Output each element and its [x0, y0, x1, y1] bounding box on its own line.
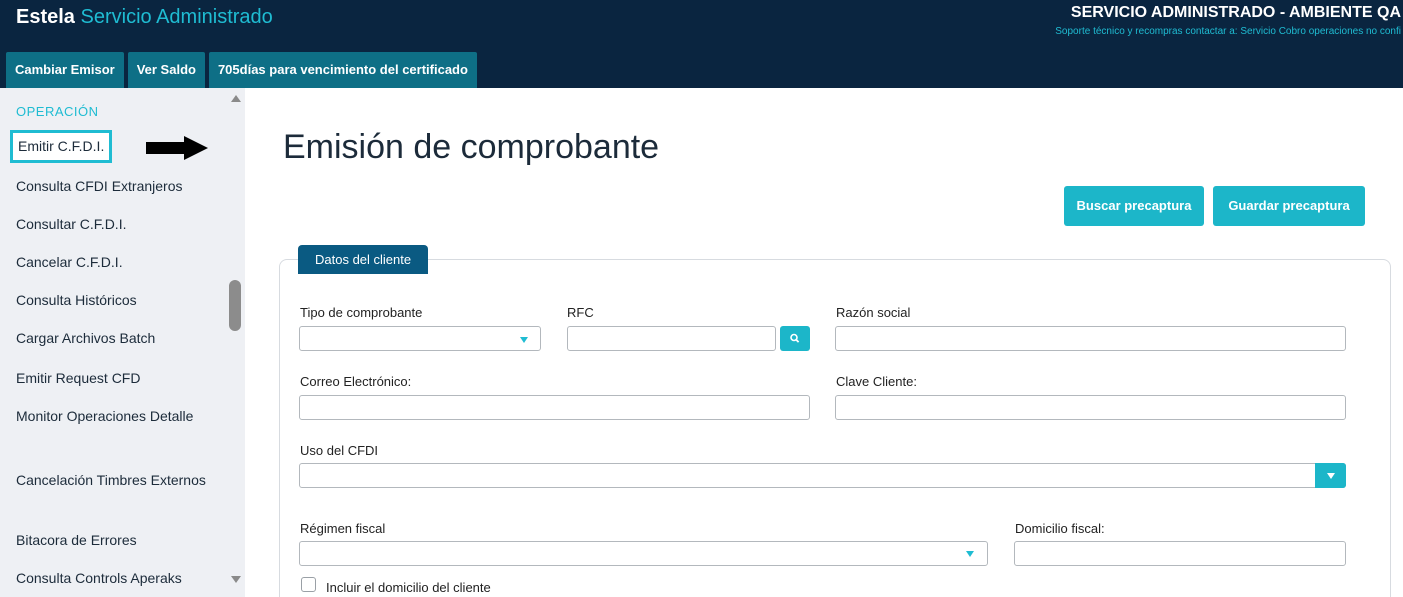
- sidebar-item-consulta-controls-aperaks[interactable]: Consulta Controls Aperaks: [16, 568, 221, 589]
- domicilio-fiscal-input[interactable]: [1014, 541, 1346, 566]
- domicilio-fiscal-label: Domicilio fiscal:: [1015, 521, 1105, 536]
- header-tabs: Cambiar Emisor Ver Saldo 705días para ve…: [6, 52, 477, 88]
- uso-cfdi-label: Uso del CFDI: [300, 443, 379, 458]
- sidebar-item-consulta-cfdi-extranjeros[interactable]: Consulta CFDI Extranjeros: [16, 176, 221, 197]
- chevron-down-icon: [520, 337, 528, 343]
- rfc-label: RFC: [567, 305, 594, 320]
- tab-cambiar-emisor[interactable]: Cambiar Emisor: [6, 52, 124, 88]
- sidebar-item-bitacora-errores[interactable]: Bitacora de Errores: [16, 530, 221, 551]
- tab-ver-saldo[interactable]: Ver Saldo: [127, 52, 205, 88]
- sidebar-item-emitir-request-cfd[interactable]: Emitir Request CFD: [16, 368, 221, 389]
- rfc-input[interactable]: [567, 326, 776, 351]
- support-text: Soporte técnico y recompras contactar a:…: [1055, 26, 1401, 37]
- uso-cfdi-select[interactable]: [299, 463, 1346, 488]
- rfc-search-button[interactable]: [780, 326, 810, 351]
- scroll-up-icon[interactable]: [231, 95, 241, 102]
- buscar-precaptura-button[interactable]: Buscar precaptura: [1064, 186, 1204, 226]
- correo-label: Correo Electrónico:: [300, 374, 412, 389]
- tab-datos-del-cliente[interactable]: Datos del cliente: [298, 245, 429, 274]
- sidebar-item-consulta-historicos[interactable]: Consulta Históricos: [16, 290, 221, 311]
- sidebar-item-cargar-archivos-batch[interactable]: Cargar Archivos Batch: [16, 328, 221, 349]
- tipo-comprobante-label: Tipo de comprobante: [300, 305, 423, 320]
- brand-subtitle: Servicio Administrado: [80, 6, 273, 28]
- brand-logo: Estela Servicio Administrado: [16, 6, 273, 29]
- sidebar-section-title: OPERACIÓN: [16, 104, 99, 119]
- tab-certificate-expiry[interactable]: 705días para vencimiento del certificado: [208, 52, 477, 88]
- guardar-precaptura-button[interactable]: Guardar precaptura: [1213, 186, 1365, 226]
- chevron-down-icon: [966, 551, 974, 557]
- razon-social-label: Razón social: [836, 305, 911, 320]
- brand-name: Estela: [16, 6, 75, 28]
- sidebar-item-consultar-cfdi[interactable]: Consultar C.F.D.I.: [16, 214, 221, 235]
- sidebar-item-monitor-operaciones[interactable]: Monitor Operaciones Detalle: [16, 406, 221, 427]
- page-title: Emisión de comprobante: [283, 128, 660, 166]
- clave-cliente-input[interactable]: [835, 395, 1346, 420]
- razon-social-input[interactable]: [835, 326, 1346, 351]
- uso-cfdi-dropdown-button[interactable]: [1315, 463, 1346, 488]
- top-header: Estela Servicio Administrado SERVICIO AD…: [0, 0, 1403, 88]
- search-icon: [790, 333, 800, 343]
- regimen-fiscal-select[interactable]: [299, 541, 988, 566]
- sidebar-item-cancelacion-timbres[interactable]: Cancelación Timbres Externos: [16, 470, 221, 491]
- scroll-down-icon[interactable]: [231, 576, 241, 583]
- regimen-fiscal-label: Régimen fiscal: [300, 521, 386, 536]
- correo-input[interactable]: [299, 395, 810, 420]
- sidebar-scrollbar[interactable]: [226, 88, 245, 597]
- incluir-domicilio-checkbox[interactable]: [301, 577, 316, 592]
- sidebar-item-emitir-cfdi[interactable]: Emitir C.F.D.I.: [10, 130, 113, 163]
- sidebar-item-cancelar-cfdi[interactable]: Cancelar C.F.D.I.: [16, 252, 221, 273]
- environment-title: SERVICIO ADMINISTRADO - AMBIENTE QA: [1070, 4, 1401, 21]
- scrollbar-thumb[interactable]: [229, 280, 241, 331]
- incluir-domicilio-label: Incluir el domicilio del cliente: [326, 580, 491, 595]
- arrow-right-icon: [146, 136, 208, 160]
- clave-cliente-label: Clave Cliente:: [836, 374, 917, 389]
- tipo-comprobante-select[interactable]: [299, 326, 541, 351]
- chevron-down-icon: [1327, 473, 1335, 479]
